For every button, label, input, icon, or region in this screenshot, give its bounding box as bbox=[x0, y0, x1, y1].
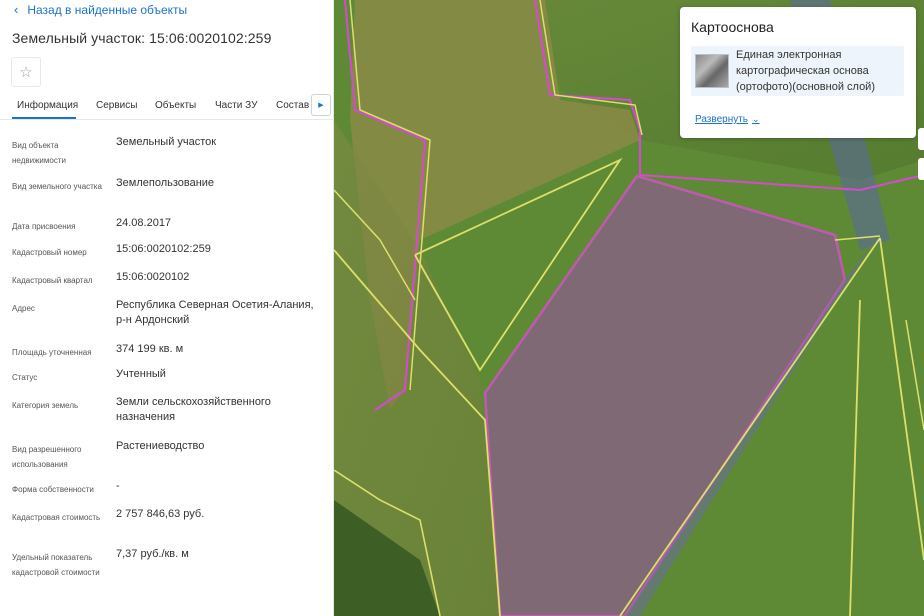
basemap-thumbnail bbox=[695, 54, 729, 88]
field-value: Растениеводство bbox=[116, 440, 205, 452]
tabs-scroll-right-button[interactable]: ▶ bbox=[311, 94, 331, 116]
field-value: 15:06:0020102 bbox=[116, 271, 190, 283]
basemap-title: Картооснова bbox=[691, 19, 774, 35]
tab-bar: Информация Сервисы Объекты Части ЗУ Сост… bbox=[0, 94, 333, 120]
field-value: 24.08.2017 bbox=[116, 217, 172, 229]
field-label: Кадастровый квартал bbox=[12, 276, 93, 285]
field-label: Статус bbox=[12, 373, 38, 382]
field-label: Вид разрешенного использования bbox=[12, 445, 82, 469]
field-label: Кадастровый номер bbox=[12, 248, 87, 257]
back-link[interactable]: ‹ Назад в найденные объекты bbox=[14, 2, 187, 17]
field-value: 374 199 кв. м bbox=[116, 343, 184, 355]
field-value: 2 757 846,63 руб. bbox=[116, 508, 205, 520]
field-value: Учтенный bbox=[116, 368, 166, 380]
field-label: Вид объекта недвижимости bbox=[12, 141, 66, 165]
page-title: Земельный участок: 15:06:0020102:259 bbox=[12, 30, 272, 46]
favorite-star-icon[interactable]: ☆ bbox=[11, 57, 41, 87]
basemap-layer-item[interactable]: Единая электронная картографическая осно… bbox=[691, 46, 904, 96]
field-label: Дата присвоения bbox=[12, 222, 76, 231]
map-side-button[interactable] bbox=[918, 158, 924, 180]
back-link-label: Назад в найденные объекты bbox=[27, 2, 188, 17]
field-value: Землепользование bbox=[116, 177, 215, 189]
field-label: Категория земель bbox=[12, 401, 79, 410]
field-value: - bbox=[116, 480, 120, 492]
field-label: Площадь уточненная bbox=[12, 348, 92, 357]
tab-composition[interactable]: Состав bbox=[276, 100, 309, 111]
field-label: Удельный показатель кадастровой стоимост… bbox=[12, 553, 100, 577]
field-value: Республика Северная Осетия-Алания, р-н А… bbox=[116, 299, 314, 326]
map-side-button[interactable] bbox=[918, 128, 924, 150]
tab-parts[interactable]: Части ЗУ bbox=[215, 100, 257, 111]
field-label: Форма собственности bbox=[12, 485, 94, 494]
field-value: Земли сельскохозяйственного назначения bbox=[116, 396, 271, 423]
expand-label: Развернуть bbox=[695, 114, 749, 125]
field-value: Земельный участок bbox=[116, 136, 217, 148]
basemap-card: Картооснова Единая электронная картограф… bbox=[680, 7, 916, 138]
field-label: Вид земельного участка bbox=[12, 182, 102, 191]
info-panel: ‹ Назад в найденные объекты Земельный уч… bbox=[0, 0, 334, 616]
basemap-layer-label: Единая электронная картографическая осно… bbox=[736, 49, 875, 93]
expand-link[interactable]: Развернуть ⌄ bbox=[695, 114, 760, 125]
field-label: Кадастровая стоимость bbox=[12, 513, 101, 522]
chevron-down-icon: ⌄ bbox=[752, 114, 760, 124]
active-tab-indicator bbox=[12, 117, 76, 119]
chevron-left-icon: ‹ bbox=[14, 2, 19, 17]
field-value: 7,37 руб./кв. м bbox=[116, 548, 189, 560]
field-label: Адрес bbox=[12, 304, 35, 313]
field-value: 15:06:0020102:259 bbox=[116, 243, 211, 255]
tab-services[interactable]: Сервисы bbox=[96, 100, 137, 111]
tab-information[interactable]: Информация bbox=[17, 100, 78, 111]
tab-objects[interactable]: Объекты bbox=[155, 100, 196, 111]
